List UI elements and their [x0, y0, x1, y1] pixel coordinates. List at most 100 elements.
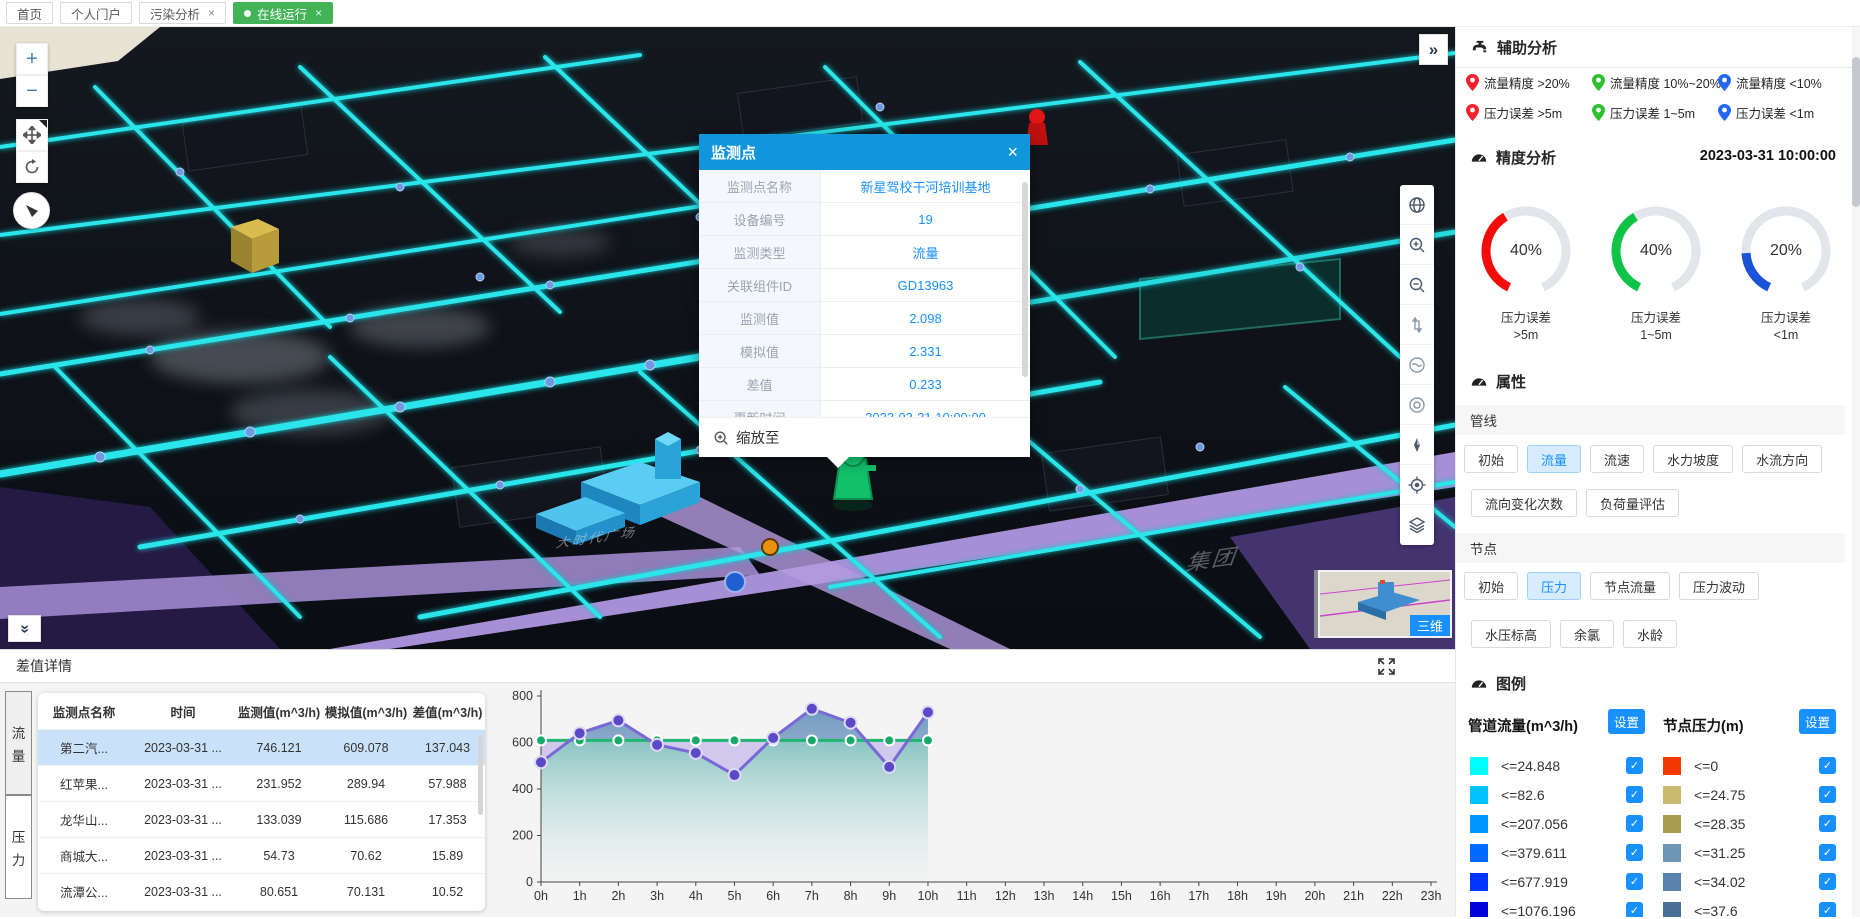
svg-text:18h: 18h [1227, 889, 1248, 903]
svg-text:4h: 4h [689, 889, 703, 903]
gauge-percent: 20% [1734, 242, 1838, 260]
table-row[interactable]: 红苹果...2023-03-31 ...231.952289.9457.988 [38, 765, 485, 801]
zoom-out-button[interactable]: − [16, 75, 48, 107]
attr-button-余氯[interactable]: 余氯 [1560, 620, 1614, 648]
checkbox-checked[interactable]: ✓ [1819, 873, 1836, 890]
tab-个人门户[interactable]: 个人门户 [60, 2, 132, 24]
checkbox-checked[interactable]: ✓ [1626, 873, 1643, 890]
checkbox-checked[interactable]: ✓ [1819, 902, 1836, 917]
table-row[interactable]: 流潭公...2023-03-31 ...80.65170.13110.52 [38, 873, 485, 909]
popup-field-value: GD13963 [821, 269, 1030, 301]
attr-button-负荷量评估[interactable]: 负荷量评估 [1586, 489, 1679, 517]
legend-item: <=24.848 [1470, 755, 1560, 777]
minimap[interactable]: 三维 [1318, 570, 1452, 638]
target-tool-button[interactable] [1400, 385, 1434, 425]
double-chevron-down-icon: » [16, 624, 34, 633]
checkbox-checked[interactable]: ✓ [1626, 844, 1643, 861]
svg-text:22h: 22h [1382, 889, 1403, 903]
wave-tool-button[interactable] [1400, 345, 1434, 385]
attr-button-压力波动[interactable]: 压力波动 [1679, 572, 1759, 600]
color-swatch [1470, 815, 1488, 833]
legend-item-label: <=207.056 [1501, 816, 1568, 832]
table-scrollbar[interactable] [478, 735, 483, 815]
legend-item: <=1076.196 [1470, 900, 1576, 917]
checkbox-checked[interactable]: ✓ [1819, 815, 1836, 832]
table-cell: 70.131 [322, 885, 410, 899]
attr-button-水压标高[interactable]: 水压标高 [1471, 620, 1551, 648]
legend-item-label: <=379.611 [1501, 845, 1567, 861]
close-icon[interactable]: × [1007, 143, 1018, 161]
pin-legend-label: 流量精度 >20% [1484, 73, 1570, 92]
swap-tool-button[interactable] [1400, 305, 1434, 345]
attr-button-节点流量[interactable]: 节点流量 [1590, 572, 1670, 600]
legend-item-label: <=82.6 [1501, 787, 1545, 803]
north-tool-button[interactable] [1400, 425, 1434, 465]
settings-button[interactable]: 设置 [1608, 709, 1645, 734]
attr-button-水流方向[interactable]: 水流方向 [1742, 445, 1822, 473]
zoom-in-button[interactable]: + [16, 43, 48, 75]
table-row[interactable]: 第二汽...2023-03-31 ...746.121609.078137.04… [38, 729, 485, 765]
attr-button-压力[interactable]: 压力 [1527, 572, 1581, 600]
popup-field-value: 0.233 [821, 368, 1030, 400]
collapse-sidebar-button[interactable]: » [1419, 34, 1448, 65]
map-poi-blue [725, 572, 745, 592]
attr-group-bar-管线: 管线 [1456, 405, 1845, 435]
attr-button-水力坡度[interactable]: 水力坡度 [1653, 445, 1733, 473]
checkbox-checked[interactable]: ✓ [1626, 786, 1643, 803]
zoom-to-button[interactable]: 缩放至 [699, 417, 1030, 457]
metric-tab-流量[interactable]: 流量 [5, 691, 32, 795]
compass-button[interactable] [13, 192, 50, 229]
layers-tool-button[interactable] [1400, 505, 1434, 545]
color-swatch [1470, 786, 1488, 804]
legend-item-label: <=677.919 [1501, 874, 1568, 890]
gauge-percent: 40% [1474, 242, 1578, 260]
tab-首页[interactable]: 首页 [6, 2, 53, 24]
table-cell: 2023-03-31 ... [130, 849, 236, 863]
pan-button[interactable] [16, 119, 48, 151]
legend-item-label: <=37.6 [1694, 903, 1738, 917]
metric-tab-压力[interactable]: 压力 [5, 795, 32, 899]
zoom-out-tool-button[interactable] [1400, 265, 1434, 305]
globe-tool-button[interactable] [1400, 185, 1434, 225]
popup-scrollbar[interactable] [1022, 182, 1028, 377]
table-cell: 2023-03-31 ... [130, 813, 236, 827]
checkbox-checked[interactable]: ✓ [1626, 757, 1643, 774]
table-row[interactable]: 龙华山...2023-03-31 ...133.039115.68617.353 [38, 801, 485, 837]
map-building-yellow [231, 219, 279, 273]
pin-legend-item: 流量精度 >20% [1466, 73, 1570, 92]
fullscreen-icon[interactable] [1378, 658, 1395, 675]
attr-button-流向变化次数[interactable]: 流向变化次数 [1471, 489, 1577, 517]
pin-legend-item: 压力误差 <1m [1718, 103, 1814, 122]
locate-tool-button[interactable] [1400, 465, 1434, 505]
legend-item: <=379.611 [1470, 842, 1567, 864]
table-row[interactable]: 商城大...2023-03-31 ...54.7370.6215.89 [38, 837, 485, 873]
popup-row: 关联组件IDGD13963 [699, 269, 1030, 302]
sidebar-scrollbar-thumb[interactable] [1852, 57, 1860, 207]
attributes-title: 属性 [1496, 371, 1526, 392]
pin-legend-item: 流量精度 <10% [1718, 73, 1822, 92]
settings-button[interactable]: 设置 [1799, 709, 1836, 734]
close-icon[interactable]: × [315, 6, 322, 20]
map-3d-scene[interactable]: 大时代广场 集团 + − » » [0, 27, 1455, 649]
attr-button-初始[interactable]: 初始 [1464, 572, 1518, 600]
attr-button-水龄[interactable]: 水龄 [1623, 620, 1677, 648]
attr-button-流速[interactable]: 流速 [1590, 445, 1644, 473]
zoom-in-tool-button[interactable] [1400, 225, 1434, 265]
checkbox-checked[interactable]: ✓ [1626, 902, 1643, 917]
tab-label: 首页 [17, 4, 42, 23]
tab-在线运行[interactable]: 在线运行× [233, 2, 333, 24]
checkbox-checked[interactable]: ✓ [1819, 786, 1836, 803]
checkbox-checked[interactable]: ✓ [1819, 844, 1836, 861]
attr-button-初始[interactable]: 初始 [1464, 445, 1518, 473]
gauge-label: 压力误差>5m [1474, 310, 1578, 344]
popup-field-value: 2023-03-31 10:00:00 [821, 401, 1030, 417]
attr-button-流量[interactable]: 流量 [1527, 445, 1581, 473]
sidebar-scrollbar-track[interactable] [1852, 27, 1860, 917]
checkbox-checked[interactable]: ✓ [1819, 757, 1836, 774]
collapse-bottom-button[interactable]: » [8, 615, 41, 642]
rotate-button[interactable] [16, 151, 48, 183]
tab-污染分析[interactable]: 污染分析× [139, 2, 226, 24]
minimap-3d-label[interactable]: 三维 [1410, 615, 1450, 636]
close-icon[interactable]: × [208, 6, 215, 20]
checkbox-checked[interactable]: ✓ [1626, 815, 1643, 832]
